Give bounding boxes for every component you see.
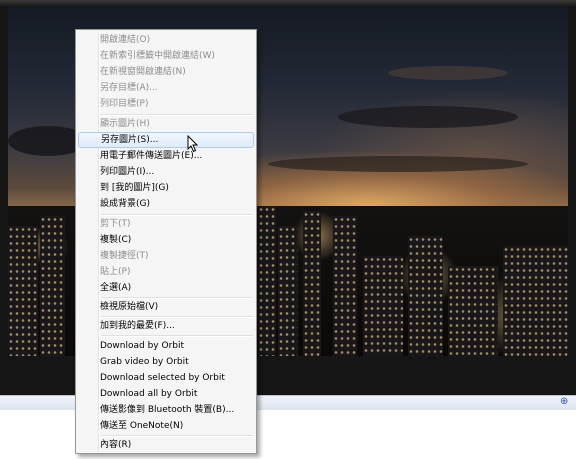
menu-item-open-link[interactable]: 開啟連結(O) bbox=[78, 32, 254, 48]
menu-item-save-target-as[interactable]: 另存目標(A)... bbox=[78, 80, 254, 96]
menu-item-download-by-orbit[interactable]: Download by Orbit bbox=[78, 338, 254, 354]
photo-building bbox=[278, 226, 298, 356]
menu-item-save-picture-as[interactable]: 另存圖片(S)... bbox=[78, 132, 254, 148]
zoom-icon[interactable]: ⊕ bbox=[560, 397, 570, 407]
menu-item-cut[interactable]: 剪下(T) bbox=[78, 216, 254, 232]
photo-cloud bbox=[268, 156, 528, 172]
photo-cloud bbox=[338, 106, 518, 128]
menu-item-grab-video-by-orbit[interactable]: Grab video by Orbit bbox=[78, 354, 254, 370]
menu-item-paste[interactable]: 貼上(P) bbox=[78, 264, 254, 280]
menu-item-download-all-by-orbit[interactable]: Download all by Orbit bbox=[78, 386, 254, 402]
menu-item-copy-shortcut[interactable]: 複製捷徑(T) bbox=[78, 248, 254, 264]
photo-building bbox=[40, 216, 65, 356]
menu-item-download-selected-by-orbit[interactable]: Download selected by Orbit bbox=[78, 370, 254, 386]
menu-item-go-to-my-pictures[interactable]: 到 [我的圖片](G) bbox=[78, 180, 254, 196]
context-menu: 開啟連結(O) 在新索引標籤中開啟連結(W) 在新視窗開啟連結(N) 另存目標(… bbox=[75, 29, 257, 454]
menu-item-properties[interactable]: 內容(R) bbox=[78, 437, 254, 453]
menu-item-select-all[interactable]: 全選(A) bbox=[78, 280, 254, 296]
photo-building bbox=[503, 246, 568, 356]
menu-item-print-picture[interactable]: 列印圖片(I)... bbox=[78, 164, 254, 180]
menu-item-open-link-new-window[interactable]: 在新視窗開啟連結(N) bbox=[78, 64, 254, 80]
menu-item-copy[interactable]: 複製(C) bbox=[78, 232, 254, 248]
photo-cloud bbox=[388, 66, 508, 80]
photo-building bbox=[258, 206, 276, 356]
photo-building bbox=[448, 266, 498, 356]
menu-item-send-to-onenote[interactable]: 傳送至 OneNote(N) bbox=[78, 418, 254, 434]
mouse-pointer-icon bbox=[187, 135, 199, 153]
menu-item-add-to-favorites[interactable]: 加到我的最愛(F)... bbox=[78, 318, 254, 334]
photo-building bbox=[303, 211, 321, 356]
menu-item-send-to-bluetooth[interactable]: 傳送影像到 Bluetooth 裝置(B)... bbox=[78, 402, 254, 418]
photo-building bbox=[333, 216, 357, 356]
menu-item-open-link-new-tab[interactable]: 在新索引標籤中開啟連結(W) bbox=[78, 48, 254, 64]
menu-item-set-as-background[interactable]: 設成背景(G) bbox=[78, 196, 254, 212]
photo-building bbox=[8, 226, 38, 356]
menu-separator bbox=[101, 335, 253, 337]
photo-building bbox=[363, 256, 403, 356]
menu-item-email-picture[interactable]: 用電子郵件傳送圖片(E)... bbox=[78, 148, 254, 164]
menu-item-print-target[interactable]: 列印目標(P) bbox=[78, 96, 254, 112]
photo-building bbox=[408, 236, 443, 356]
menu-item-show-picture[interactable]: 顯示圖片(H) bbox=[78, 116, 254, 132]
menu-item-view-source[interactable]: 檢視原始檔(V) bbox=[78, 299, 254, 315]
